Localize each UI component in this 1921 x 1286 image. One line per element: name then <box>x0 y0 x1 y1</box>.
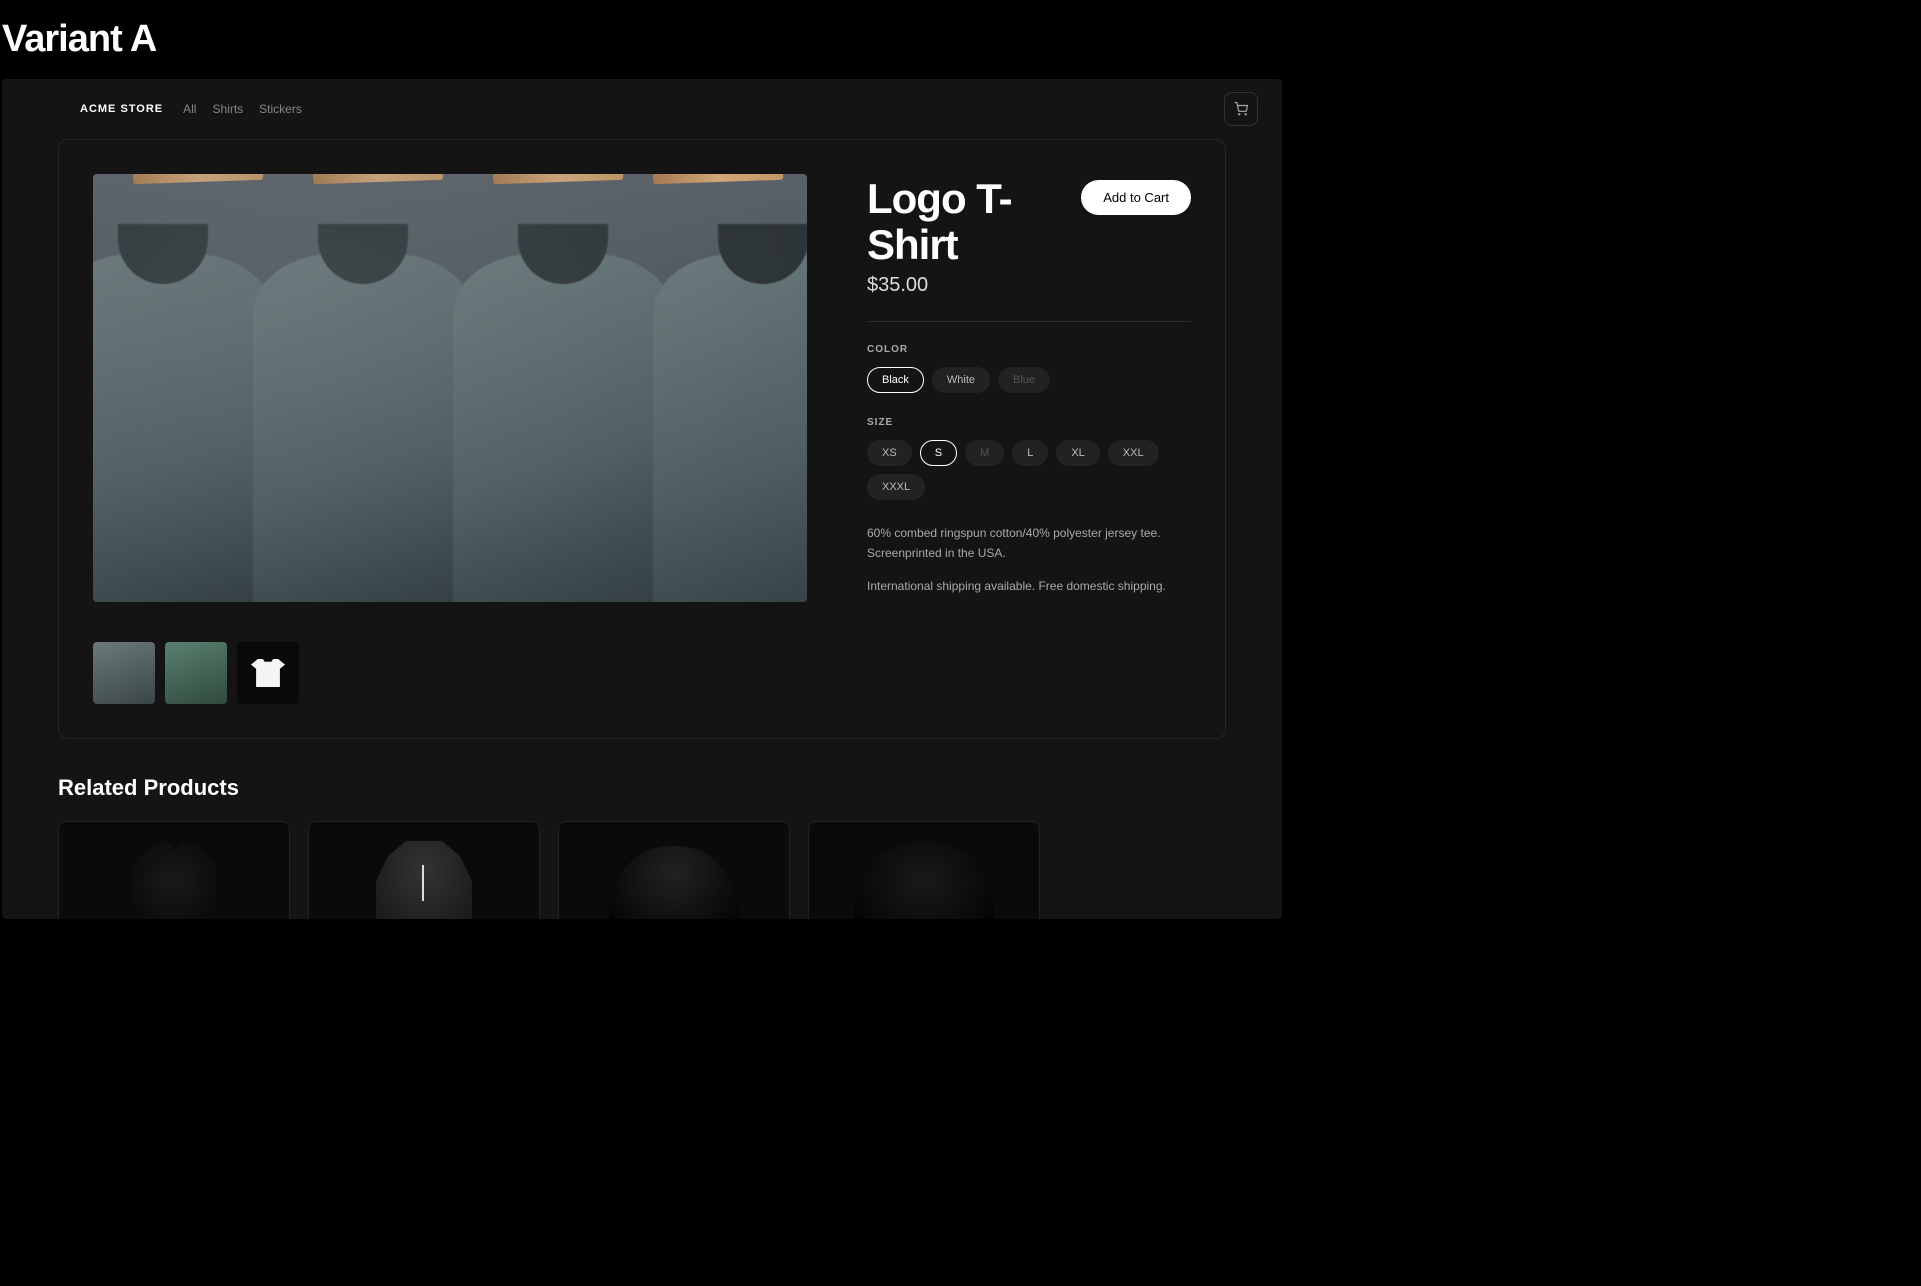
size-option-l[interactable]: L <box>1012 440 1048 466</box>
size-option-xl[interactable]: XL <box>1056 440 1099 466</box>
thumbnail-3[interactable] <box>237 642 299 704</box>
divider <box>867 321 1191 322</box>
product-card: Logo T-Shirt Add to Cart $35.00 COLOR Bl… <box>58 139 1226 739</box>
variant-heading: Variant A <box>0 0 1921 79</box>
header: ACME STORE All Shirts Stickers <box>2 79 1282 139</box>
brand-logo[interactable]: ACME STORE <box>26 103 163 115</box>
product-title: Logo T-Shirt <box>867 176 1061 268</box>
size-option-s[interactable]: S <box>920 440 957 466</box>
add-to-cart-button[interactable]: Add to Cart <box>1081 180 1191 215</box>
size-option-xs[interactable]: XS <box>867 440 912 466</box>
nav-left: ACME STORE All Shirts Stickers <box>26 102 302 116</box>
size-option-xxxl[interactable]: XXXL <box>867 474 925 500</box>
size-option-xxl[interactable]: XXL <box>1108 440 1159 466</box>
tshirt-icon <box>251 659 285 687</box>
size-option-group: SIZE XS SML XL XXL XXXL <box>867 417 1191 500</box>
thumbnail-2[interactable] <box>165 642 227 704</box>
nav-link-stickers[interactable]: Stickers <box>259 102 302 116</box>
jacket-icon <box>114 841 234 919</box>
color-option-black[interactable]: Black <box>867 367 924 393</box>
main-product-image[interactable] <box>93 174 807 602</box>
app-frame: ACME STORE All Shirts Stickers <box>2 79 1282 919</box>
product-details: Logo T-Shirt Add to Cart $35.00 COLOR Bl… <box>867 174 1191 704</box>
color-option-white[interactable]: White <box>932 367 990 393</box>
cart-icon <box>1234 102 1248 116</box>
color-option-group: COLOR Black White Blue <box>867 344 1191 393</box>
nav-link-shirts[interactable]: Shirts <box>212 102 243 116</box>
product-description-1: 60% combed ringspun cotton/40% polyester… <box>867 524 1191 562</box>
color-label: COLOR <box>867 344 1191 355</box>
size-label: SIZE <box>867 417 1191 428</box>
nav-link-all[interactable]: All <box>183 102 196 116</box>
related-products-title: Related Products <box>58 775 1226 801</box>
thumbnail-1[interactable] <box>93 642 155 704</box>
beanie-icon <box>854 841 994 919</box>
size-options: XS SML XL XXL XXXL <box>867 440 1191 500</box>
product-description-2: International shipping available. Free d… <box>867 577 1191 596</box>
related-product-card[interactable] <box>58 821 290 919</box>
thumbnail-row <box>93 642 807 704</box>
product-price: $35.00 <box>867 274 1191 297</box>
cart-button[interactable] <box>1224 92 1258 126</box>
related-product-card[interactable] <box>308 821 540 919</box>
nav-links: All Shirts Stickers <box>183 102 302 116</box>
related-product-card[interactable] <box>808 821 1040 919</box>
color-options: Black White Blue <box>867 367 1191 393</box>
product-gallery <box>93 174 807 704</box>
color-option-blue: Blue <box>998 367 1050 393</box>
related-products-section: Related Products <box>58 775 1226 919</box>
size-option-m: M <box>965 440 1004 466</box>
hoodie-icon <box>364 841 484 919</box>
cap-icon <box>609 846 739 919</box>
related-products-row <box>58 821 1226 919</box>
related-product-card[interactable] <box>558 821 790 919</box>
